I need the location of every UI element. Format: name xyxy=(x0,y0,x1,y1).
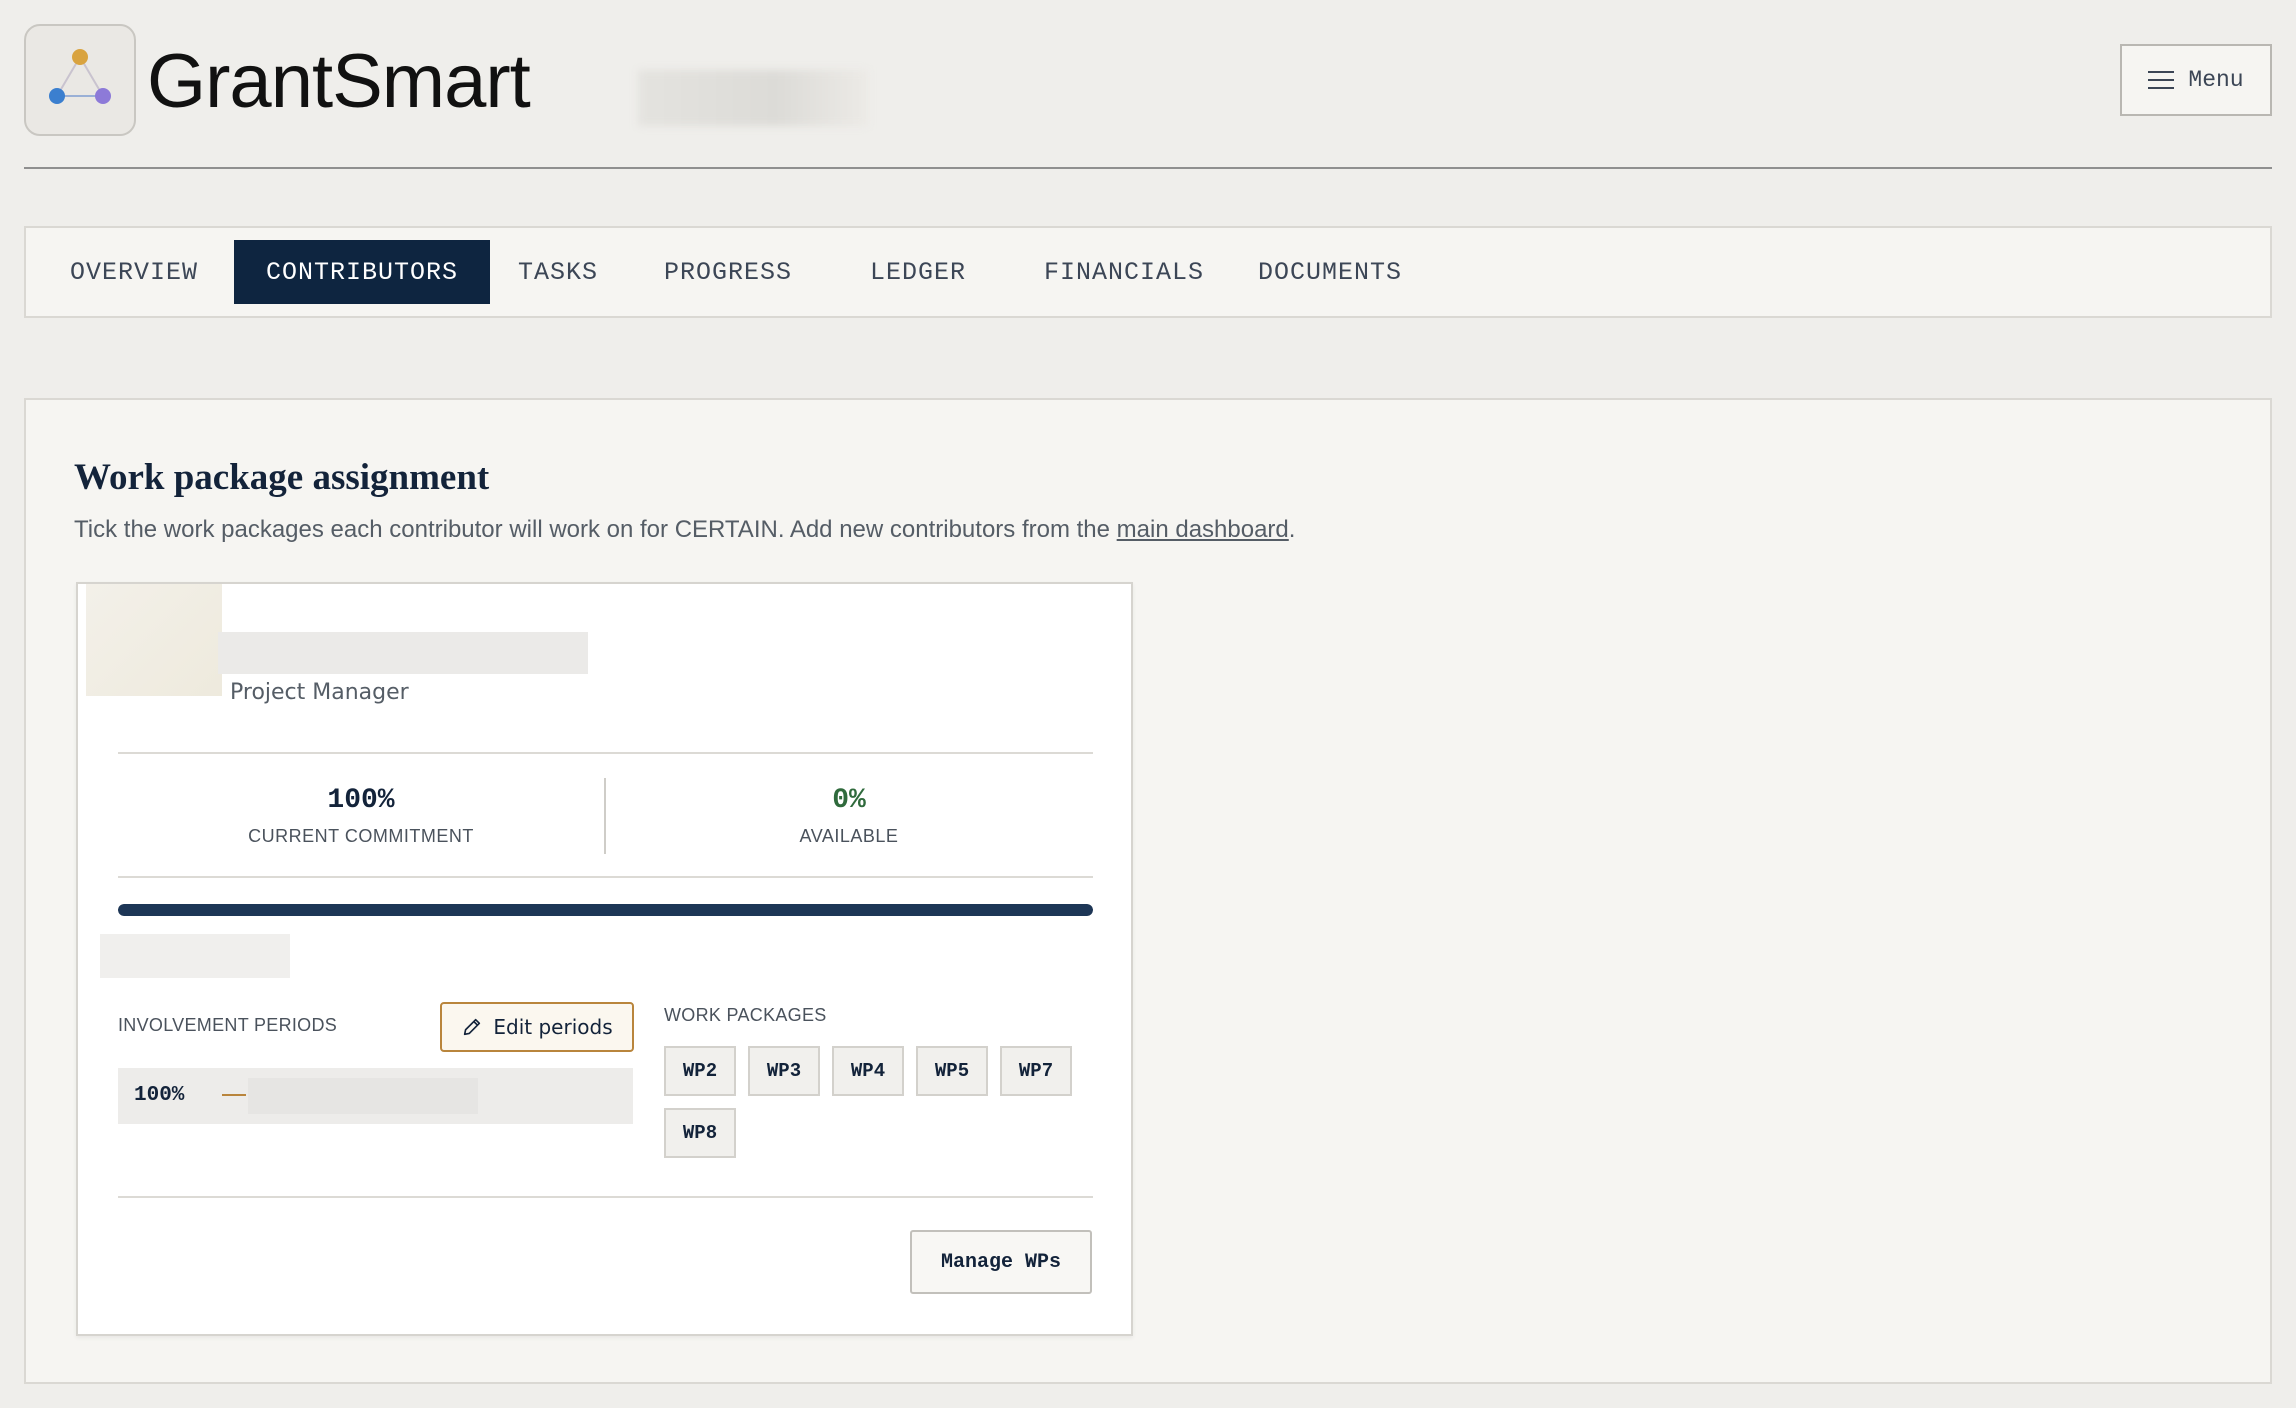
app-header: GrantSmart Menu xyxy=(24,24,2272,169)
current-commitment-stat: 100% CURRENT COMMITMENT xyxy=(118,754,604,878)
current-commitment-value: 100% xyxy=(327,785,395,816)
commitment-progress-bar xyxy=(118,904,1093,916)
main-dashboard-link[interactable]: main dashboard xyxy=(1117,516,1289,543)
work-package-panel: Work package assignment Tick the work pa… xyxy=(24,398,2272,1384)
edit-periods-label: Edit periods xyxy=(493,1015,613,1039)
wp-chip[interactable]: WP2 xyxy=(664,1046,736,1096)
commitment-stats: 100% CURRENT COMMITMENT 0% AVAILABLE xyxy=(118,752,1093,878)
tab-progress[interactable]: PROGRESS xyxy=(632,240,824,304)
avatar xyxy=(86,584,222,696)
description-end: . xyxy=(1288,516,1296,543)
redacted-contributor-name xyxy=(218,632,588,674)
tab-contributors[interactable]: CONTRIBUTORS xyxy=(234,240,491,304)
available-value: 0% xyxy=(832,785,866,816)
period-percentage: 100% xyxy=(134,1084,185,1107)
brand-name: GrantSmart xyxy=(147,39,531,124)
manage-wps-button[interactable]: Manage WPs xyxy=(910,1230,1092,1294)
wp-chip[interactable]: WP7 xyxy=(1000,1046,1072,1096)
hamburger-icon xyxy=(2148,71,2175,89)
wp-chip[interactable]: WP3 xyxy=(748,1046,820,1096)
app-logo[interactable] xyxy=(24,24,136,136)
redacted-strip xyxy=(100,934,290,978)
network-logo-icon xyxy=(49,49,111,104)
menu-label: Menu xyxy=(2188,67,2244,93)
pencil-icon xyxy=(464,1018,481,1036)
involvement-periods-label: INVOLVEMENT PERIODS xyxy=(118,1015,338,1035)
period-separator xyxy=(222,1094,246,1096)
tab-bar: OVERVIEW CONTRIBUTORS TASKS PROGRESS LED… xyxy=(24,226,2272,318)
menu-button[interactable]: Menu xyxy=(2120,44,2272,116)
edit-periods-button[interactable]: Edit periods xyxy=(440,1002,634,1052)
tab-ledger[interactable]: LEDGER xyxy=(838,240,998,304)
wp-chip[interactable]: WP8 xyxy=(664,1108,736,1158)
card-divider xyxy=(118,1196,1093,1198)
redacted-period-dates xyxy=(248,1078,478,1114)
redacted-avatar xyxy=(86,584,222,696)
contributor-role: Project Manager xyxy=(230,680,409,705)
tab-overview[interactable]: OVERVIEW xyxy=(38,240,230,304)
redacted-project-name xyxy=(638,70,868,126)
available-label: AVAILABLE xyxy=(799,826,899,846)
wp-chip[interactable]: WP4 xyxy=(832,1046,904,1096)
available-stat: 0% AVAILABLE xyxy=(606,754,1092,878)
tab-financials[interactable]: FINANCIALS xyxy=(1012,240,1236,304)
description-text: Tick the work packages each contributor … xyxy=(74,516,1117,543)
panel-title: Work package assignment xyxy=(74,457,490,498)
work-packages-label: WORK PACKAGES xyxy=(664,1005,827,1025)
contributor-card: Project Manager 100% CURRENT COMMITMENT … xyxy=(76,582,1133,1336)
wp-chip[interactable]: WP5 xyxy=(916,1046,988,1096)
panel-description: Tick the work packages each contributor … xyxy=(74,516,1295,544)
commitment-progress-fill xyxy=(118,904,1093,916)
tab-documents[interactable]: DOCUMENTS xyxy=(1226,240,1434,304)
involvement-period-row: 100% xyxy=(118,1068,633,1124)
tab-tasks[interactable]: TASKS xyxy=(486,240,630,304)
current-commitment-label: CURRENT COMMITMENT xyxy=(248,826,474,846)
